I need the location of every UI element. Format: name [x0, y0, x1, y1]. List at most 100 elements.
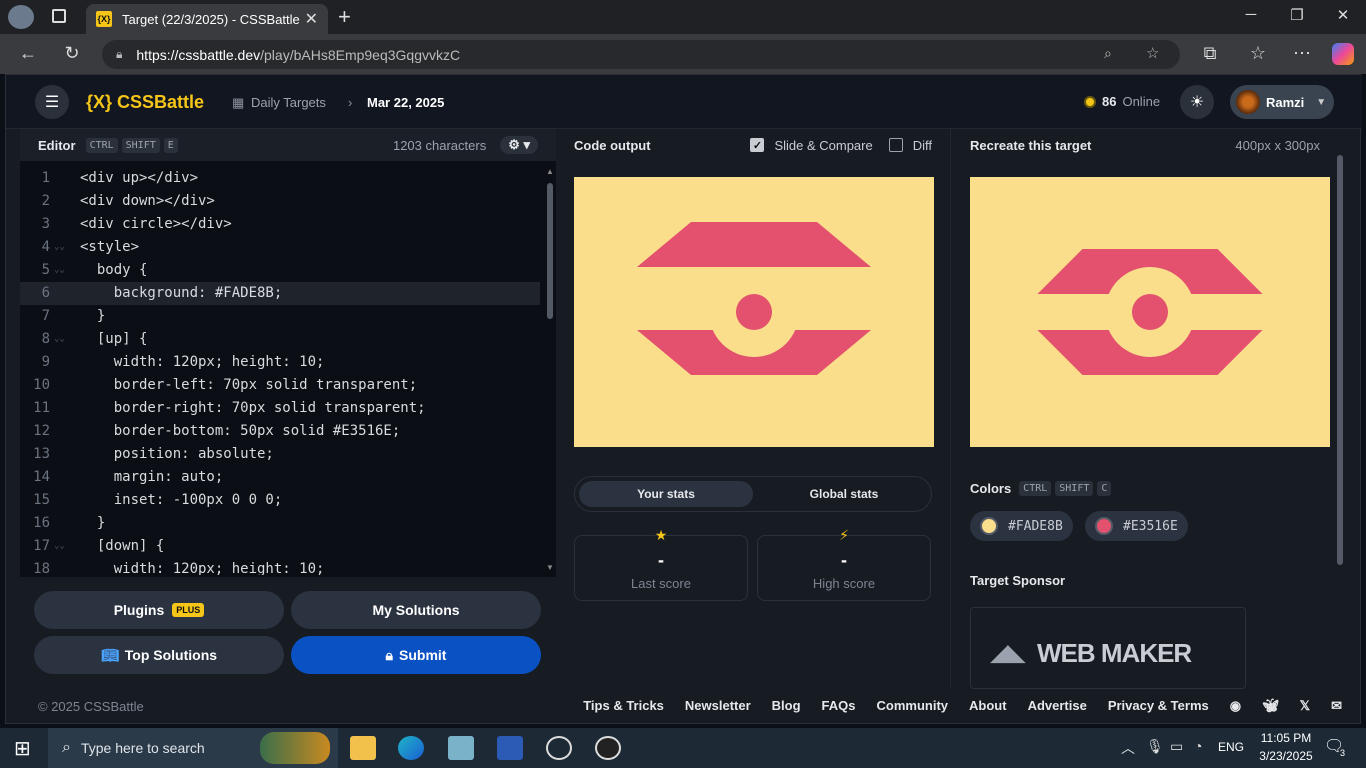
battery-icon[interactable]: ▭ — [1170, 738, 1183, 755]
code-line[interactable]: 15 inset: -100px 0 0 0; — [20, 489, 540, 512]
taskbar-search[interactable]: ⌕ Type here to search — [48, 728, 338, 768]
edge-icon[interactable] — [398, 736, 424, 760]
diff-checkbox[interactable] — [888, 138, 903, 152]
slide-compare-checkbox[interactable]: ✓ — [750, 138, 765, 152]
favorites-icon[interactable]: ☆ — [1246, 43, 1270, 64]
app-icon[interactable] — [448, 736, 474, 760]
code-line[interactable]: 18 width: 120px; height: 10; — [20, 558, 540, 575]
color-chip[interactable]: #FADE8B — [970, 511, 1073, 541]
maximize-icon[interactable]: ❐ — [1282, 6, 1312, 24]
obs-icon[interactable] — [595, 736, 621, 760]
zoom-icon[interactable]: ⌕ — [1104, 45, 1112, 62]
refresh-icon[interactable]: ↻ — [60, 43, 84, 64]
tab-your-stats[interactable]: Your stats — [579, 481, 753, 507]
fold-icon[interactable]: ⌄⌄ — [54, 259, 65, 282]
clock-time[interactable]: 11:05 PM — [1256, 731, 1316, 745]
scroll-up-icon[interactable]: ▲ — [546, 167, 554, 176]
tab-actions-icon[interactable] — [52, 9, 66, 23]
theme-toggle-button[interactable]: ☀ — [1180, 85, 1214, 119]
editor-scrollbar[interactable]: ▲ ▼ — [546, 167, 554, 575]
code-line[interactable]: 1 <div up></div> — [20, 167, 540, 190]
code-line[interactable]: 16 } — [20, 512, 540, 535]
code-line[interactable]: 5 ⌄⌄ body { — [20, 259, 540, 282]
url-field[interactable]: 🔒︎ https://cssbattle.dev/play/bAHs8Emp9e… — [102, 40, 1180, 69]
code-line[interactable]: 6 background: #FADE8B; — [20, 282, 540, 305]
menu-button[interactable]: ☰ — [35, 85, 69, 119]
mic-icon[interactable]: 🎙︎ — [1146, 738, 1164, 755]
slide-compare-label[interactable]: Slide & Compare — [774, 138, 872, 153]
tab-global-stats[interactable]: Global stats — [757, 481, 931, 507]
code-line[interactable]: 7 } — [20, 305, 540, 328]
plugins-button[interactable]: Plugins PLUS — [34, 591, 284, 629]
code-line[interactable]: 2 <div down></div> — [20, 190, 540, 213]
scroll-down-icon[interactable]: ▼ — [546, 563, 554, 572]
wifi-icon[interactable]: ◔ — [1194, 738, 1202, 754]
code-output-canvas[interactable] — [574, 177, 934, 447]
target-scrollbar[interactable] — [1336, 145, 1344, 685]
footer-link-about[interactable]: About — [969, 698, 1007, 714]
code-line[interactable]: 14 margin: auto; — [20, 466, 540, 489]
footer-link-newsletter[interactable]: Newsletter — [685, 698, 751, 714]
my-solutions-button[interactable]: My Solutions — [291, 591, 541, 629]
footer-link-advertise[interactable]: Advertise — [1028, 698, 1087, 714]
footer-link-blog[interactable]: Blog — [772, 698, 801, 714]
code-line[interactable]: 13 position: absolute; — [20, 443, 540, 466]
code-text: border-bottom: 50px solid #E3516E; — [80, 423, 401, 439]
new-tab-button[interactable]: + — [338, 4, 351, 30]
discord-icon[interactable]: ◉ — [1230, 698, 1241, 714]
tray-chevron-icon[interactable]: ︿ — [1121, 738, 1135, 758]
footer-link-faqs[interactable]: FAQs — [822, 698, 856, 714]
back-icon[interactable]: ← — [16, 43, 40, 64]
chatgpt-icon[interactable] — [546, 736, 572, 760]
language-indicator[interactable]: ENG — [1218, 740, 1244, 754]
code-line[interactable]: 9 width: 120px; height: 10; — [20, 351, 540, 374]
online-label: Online — [1122, 94, 1161, 109]
fold-icon[interactable]: ⌄⌄ — [54, 535, 65, 558]
editor-settings-icon[interactable]: ⚙ ▾ — [500, 136, 538, 154]
close-window-icon[interactable]: ✕ — [1328, 6, 1358, 24]
breadcrumb-daily-targets[interactable]: Daily Targets — [251, 95, 326, 110]
clock-date[interactable]: 3/23/2025 — [1252, 749, 1320, 763]
widgets-icon[interactable] — [260, 732, 330, 764]
footer-link-community[interactable]: Community — [877, 698, 949, 714]
footer-link-tips[interactable]: Tips & Tricks — [583, 698, 664, 714]
top-solutions-button[interactable]: 📖︎ Top Solutions — [34, 636, 284, 674]
code-line[interactable]: 8 ⌄⌄ [up] { — [20, 328, 540, 351]
code-line[interactable]: 4 ⌄⌄ <style> — [20, 236, 540, 259]
diff-label[interactable]: Diff — [913, 138, 932, 153]
color-chip[interactable]: #E3516E — [1085, 511, 1188, 541]
scroll-thumb[interactable] — [547, 183, 553, 319]
code-line[interactable]: 11 border-right: 70px solid transparent; — [20, 397, 540, 420]
submit-button[interactable]: 🔒︎ Submit — [291, 636, 541, 674]
user-menu[interactable]: Ramzi ▼ — [1230, 85, 1334, 119]
code-editor[interactable]: 1 <div up></div> 2 <div down></div> 3 <div ci… — [20, 167, 540, 575]
extensions-icon[interactable]: ⧉ — [1198, 43, 1222, 64]
bluesky-icon[interactable]: 🦋︎ — [1262, 698, 1279, 714]
target-canvas[interactable] — [970, 177, 1330, 447]
more-menu-icon[interactable]: ⋯ — [1290, 43, 1314, 64]
browser-tab[interactable]: {X} Target (22/3/2025) - CSSBattle ✕ — [86, 4, 328, 34]
code-text: background: #FADE8B; — [80, 285, 283, 301]
minimize-icon[interactable]: ─ — [1236, 6, 1266, 23]
windows-start-icon[interactable]: ⊞ — [14, 736, 31, 761]
copilot-icon[interactable] — [1332, 43, 1354, 65]
fold-icon[interactable]: ⌄⌄ — [54, 328, 65, 351]
mail-icon[interactable]: ✉ — [1331, 698, 1342, 714]
scroll-thumb[interactable] — [1337, 155, 1343, 565]
sponsor-card[interactable]: ◢◣ WEB MAKER — [970, 607, 1246, 689]
profile-avatar-icon[interactable] — [8, 5, 34, 29]
word-icon[interactable] — [497, 736, 523, 760]
code-line[interactable]: 17 ⌄⌄ [down] { — [20, 535, 540, 558]
favorite-star-icon[interactable]: ☆ — [1146, 44, 1159, 62]
cssbattle-logo[interactable]: {X} CSSBattle — [86, 92, 204, 113]
x-icon[interactable]: 𝕏 — [1300, 698, 1310, 714]
lock-icon[interactable]: 🔒︎ — [116, 47, 122, 62]
code-line[interactable]: 12 border-bottom: 50px solid #E3516E; — [20, 420, 540, 443]
code-line[interactable]: 3 <div circle></div> — [20, 213, 540, 236]
footer-link-privacy[interactable]: Privacy & Terms — [1108, 698, 1209, 714]
tab-close-icon[interactable]: ✕ — [305, 9, 318, 29]
fold-icon[interactable]: ⌄⌄ — [54, 236, 65, 259]
line-number: 10 — [33, 377, 50, 393]
file-explorer-icon[interactable] — [350, 736, 376, 760]
code-line[interactable]: 10 border-left: 70px solid transparent; — [20, 374, 540, 397]
